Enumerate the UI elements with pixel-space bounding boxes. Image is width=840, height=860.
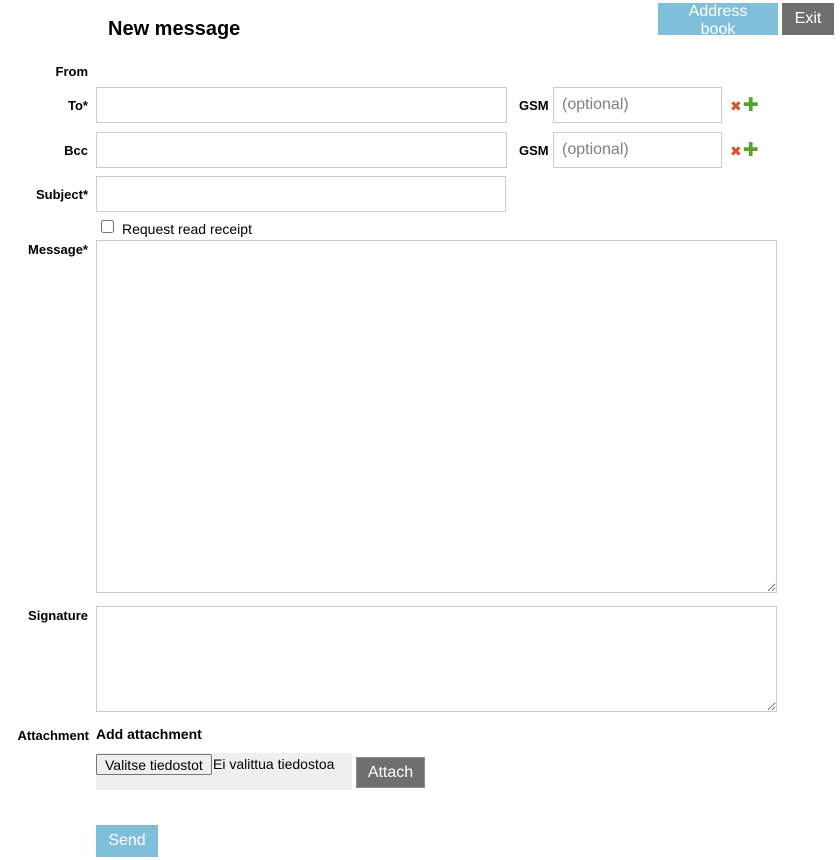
remove-icon[interactable]: ✖ (730, 99, 742, 113)
to-gsm-input[interactable] (553, 87, 722, 123)
add-icon[interactable]: ✚ (743, 96, 759, 115)
read-receipt-label[interactable]: Request read receipt (122, 221, 252, 237)
subject-input[interactable] (96, 176, 506, 212)
choose-files-button[interactable]: Valitse tiedostot (96, 754, 212, 775)
attachment-label: Attachment (17, 728, 89, 743)
message-label: Message* (28, 242, 88, 257)
signature-textarea[interactable] (96, 606, 777, 712)
to-gsm-label: GSM (519, 98, 549, 113)
bcc-gsm-input[interactable] (553, 132, 722, 168)
from-label: From (55, 64, 89, 79)
attach-button[interactable]: Attach (356, 757, 425, 788)
read-receipt-checkbox[interactable] (101, 220, 114, 233)
to-label: To* (68, 98, 88, 113)
no-files-selected-text: Ei valittua tiedostoa (213, 756, 335, 772)
to-input[interactable] (96, 87, 507, 123)
address-book-button[interactable]: Address book (658, 3, 778, 38)
message-textarea[interactable] (96, 240, 777, 593)
bcc-input[interactable] (96, 132, 507, 168)
bcc-label: Bcc (64, 143, 88, 158)
send-button[interactable]: Send (96, 825, 158, 857)
subject-label: Subject* (35, 187, 88, 202)
bcc-gsm-label: GSM (519, 143, 549, 158)
add-icon[interactable]: ✚ (743, 141, 759, 160)
page-title: New message (108, 18, 241, 40)
bcc-recipient-actions: ✖ ✚ (730, 141, 759, 160)
signature-label: Signature (28, 608, 88, 623)
remove-icon[interactable]: ✖ (730, 144, 742, 158)
exit-button[interactable]: Exit (782, 3, 834, 35)
add-attachment-heading: Add attachment (96, 726, 202, 742)
to-recipient-actions: ✖ ✚ (730, 96, 759, 115)
